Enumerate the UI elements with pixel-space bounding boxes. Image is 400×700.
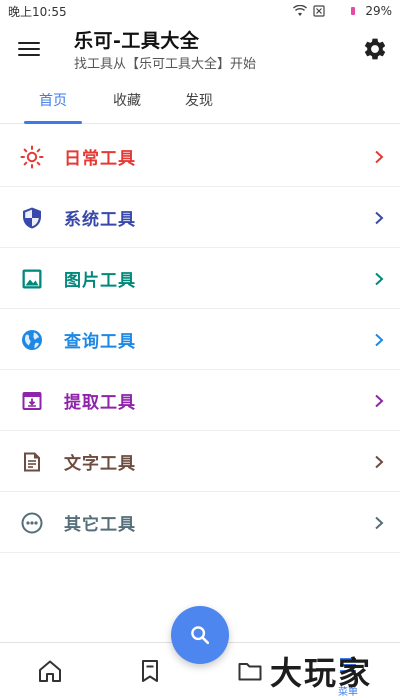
category-label: 提取工具 [64,392,136,413]
category-row-text[interactable]: 文字工具 [0,431,400,492]
category-row-extract[interactable]: 提取工具 [0,370,400,431]
shield-icon [23,207,41,229]
category-label: 日常工具 [64,148,136,169]
tab-discover[interactable]: 发现 [170,90,228,124]
gear-icon[interactable] [362,36,388,62]
tab-home[interactable]: 首页 [24,90,82,124]
hamburger-menu-icon[interactable] [14,34,44,64]
app-subtitle: 找工具从【乐可工具大全】开始 [74,57,257,72]
category-row-image[interactable]: 图片工具 [0,248,400,309]
tab-favorites-label: 收藏 [113,93,141,109]
category-label: 系统工具 [64,209,136,230]
battery-percent: 29% [365,4,392,18]
category-row-other[interactable]: 其它工具 [0,492,400,553]
category-row-system[interactable]: 系统工具 [0,187,400,248]
category-list: 日常工具 系统工具 图片工具 查询工具 提取工具 文字工具 其它工具 [0,126,400,553]
archive-icon [22,392,42,410]
category-label: 图片工具 [64,270,136,291]
tab-active-indicator [24,121,82,124]
search-icon [191,626,210,645]
tab-bar: 首页 收藏 发现 [0,82,400,124]
search-fab[interactable] [171,606,229,664]
category-label: 查询工具 [64,331,136,352]
app-title: 乐可-工具大全 [74,30,200,52]
chevron-right-icon [375,516,384,530]
status-bar: 晚上10:55 29% [0,0,400,22]
watermark-logo: 大玩家 [270,654,373,692]
category-label: 文字工具 [64,453,136,474]
category-row-query[interactable]: 查询工具 [0,309,400,370]
status-time: 晚上10:55 [8,4,67,19]
document-icon [24,452,40,472]
status-indicators: 29% [293,4,392,18]
bookmark-icon[interactable] [136,657,164,685]
image-icon [22,269,42,289]
chevron-right-icon [375,272,384,286]
no-sim-icon [313,5,325,17]
more-icon [21,512,43,534]
folder-icon[interactable] [236,657,264,685]
home-icon[interactable] [36,657,64,685]
chevron-right-icon [375,333,384,347]
wifi-icon [293,5,308,16]
app-header: 乐可-工具大全 找工具从【乐可工具大全】开始 [0,22,400,78]
sun-icon [20,145,44,169]
chevron-right-icon [375,455,384,469]
tab-discover-label: 发现 [185,93,213,109]
globe-icon [22,330,42,350]
chevron-right-icon [375,394,384,408]
chevron-right-icon [375,211,384,225]
battery-icon [351,7,356,15]
category-row-daily[interactable]: 日常工具 [0,126,400,187]
tab-home-label: 首页 [39,93,67,109]
chevron-right-icon [375,150,384,164]
category-label: 其它工具 [64,514,136,535]
tab-favorites[interactable]: 收藏 [98,90,156,124]
